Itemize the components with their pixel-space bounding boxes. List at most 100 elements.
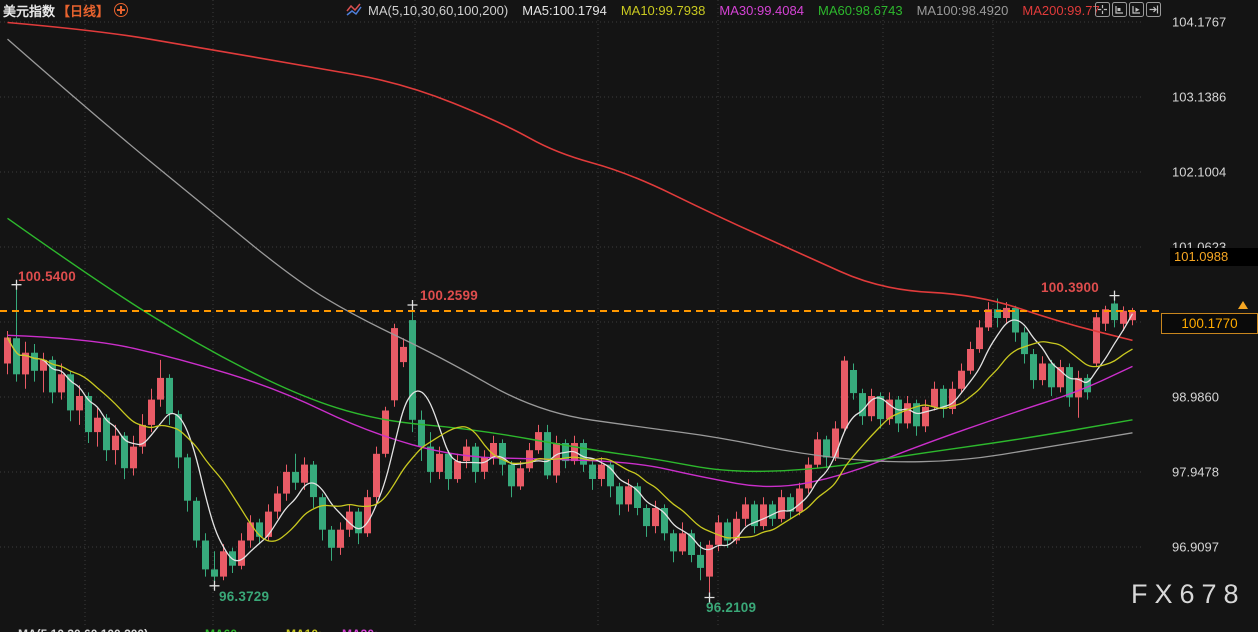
ma-legend-item: MA10:99.7938 xyxy=(621,3,706,18)
y-axis-label: 104.1767 xyxy=(1172,15,1226,30)
candle xyxy=(697,555,704,568)
indicator-chart-icon[interactable] xyxy=(346,3,362,17)
chart-toolbar xyxy=(1095,2,1161,17)
high-price-annotation: 100.5400 xyxy=(18,269,76,284)
candle xyxy=(841,361,848,429)
ma-legend-item: MA200:99.77 xyxy=(1022,3,1099,18)
candle xyxy=(301,465,308,483)
candle xyxy=(265,512,272,537)
candle xyxy=(499,443,506,465)
candle xyxy=(1048,364,1055,388)
candle xyxy=(328,530,335,548)
candle xyxy=(958,371,965,389)
candle xyxy=(895,400,902,424)
scroll-latest-arrow-icon[interactable] xyxy=(1238,301,1248,309)
candle xyxy=(508,465,515,487)
candle xyxy=(67,374,74,410)
candle xyxy=(220,551,227,576)
ma-legend-item: MA60:98.6743 xyxy=(818,3,903,18)
y-axis-label: 96.9097 xyxy=(1172,540,1219,555)
candle xyxy=(58,374,65,392)
high-price-annotation: 100.3900 xyxy=(1041,280,1099,295)
candle xyxy=(742,504,749,518)
symbol-title: 美元指数 xyxy=(3,1,55,20)
candle xyxy=(400,347,407,362)
candle xyxy=(355,512,362,534)
candle xyxy=(445,454,452,479)
candle xyxy=(643,508,650,526)
candle xyxy=(976,327,983,349)
panel-play-icon[interactable] xyxy=(1129,2,1144,17)
candle xyxy=(922,407,929,427)
fx678-watermark: FX678 xyxy=(1131,579,1246,610)
candle xyxy=(193,501,200,541)
extreme-cross-marker xyxy=(210,581,220,591)
y-axis-label: 102.1004 xyxy=(1172,165,1226,180)
candle xyxy=(472,447,479,472)
candle xyxy=(517,468,524,486)
candle xyxy=(283,472,290,494)
current-price-badge: 100.1770 xyxy=(1161,313,1258,334)
candle xyxy=(1021,332,1028,354)
candle xyxy=(967,349,974,371)
candle xyxy=(130,447,137,469)
candle xyxy=(76,396,83,410)
y-axis-label: 98.9860 xyxy=(1172,390,1219,405)
ma-line-ma200 xyxy=(8,23,1133,341)
high-price-marker: 101.0988 xyxy=(1170,248,1258,266)
candle xyxy=(796,489,803,512)
circle-plus-icon[interactable] xyxy=(114,3,128,17)
candle xyxy=(652,508,659,526)
ma-line-ma30 xyxy=(8,335,1133,486)
candle xyxy=(391,328,398,400)
period-label[interactable]: 【日线】 xyxy=(57,1,109,20)
candle xyxy=(634,486,641,508)
panel-corner-icon[interactable] xyxy=(1112,2,1127,17)
exit-right-icon[interactable] xyxy=(1146,2,1161,17)
crosshair-icon[interactable] xyxy=(1095,2,1110,17)
chart-legend: 美元指数 【日线】 MA(5,10,30,60,100,200) MA5:100… xyxy=(3,2,1100,18)
candle xyxy=(850,370,857,393)
candle xyxy=(211,569,218,576)
candle xyxy=(409,320,416,420)
low-price-annotation: 96.2109 xyxy=(706,600,756,615)
candle xyxy=(274,494,281,512)
candle xyxy=(31,353,38,371)
ma-legend-item: MA30:99.4084 xyxy=(719,3,804,18)
candle xyxy=(166,378,173,414)
candle xyxy=(247,522,254,540)
ma-values: MA5:100.1794 MA10:99.7938 MA30:99.4084 MA60… xyxy=(508,3,1099,18)
candle xyxy=(1039,364,1046,381)
candle xyxy=(589,465,596,479)
candle xyxy=(580,443,587,465)
clipped-legend-text: MA(5,10,30,60,100,200) xyxy=(18,628,148,632)
candle xyxy=(904,403,911,423)
candle xyxy=(814,439,821,464)
high-price-annotation: 100.2599 xyxy=(420,288,478,303)
candle xyxy=(238,541,245,566)
clipped-legend-text: MA30: xyxy=(342,628,378,632)
candle xyxy=(544,432,551,475)
clipped-bottom-legend: MA(5,10,30,60,100,200)MA60:MA10:MA30: xyxy=(0,628,1258,632)
candle xyxy=(679,533,686,551)
candle xyxy=(175,414,182,457)
candle xyxy=(157,378,164,400)
candle xyxy=(1003,308,1010,318)
candle xyxy=(625,486,632,504)
clipped-legend-text: MA60: xyxy=(205,628,241,632)
candle xyxy=(436,454,443,472)
candles xyxy=(4,285,1136,598)
y-axis-label: 103.1386 xyxy=(1172,90,1226,105)
chart-window: FX678 美元指数 【日线】 MA(5,10,30,60,100,200) M… xyxy=(0,0,1258,632)
ma-legend-item: MA5:100.1794 xyxy=(522,3,607,18)
candle xyxy=(337,530,344,548)
candle xyxy=(598,465,605,479)
ma-params-label: MA(5,10,30,60,100,200) xyxy=(368,3,508,18)
candle xyxy=(454,461,461,479)
candle xyxy=(769,504,776,518)
candle xyxy=(1093,317,1100,363)
candlestick-chart[interactable] xyxy=(0,0,1258,632)
candle xyxy=(148,400,155,425)
candle xyxy=(661,508,668,533)
candle xyxy=(373,454,380,497)
